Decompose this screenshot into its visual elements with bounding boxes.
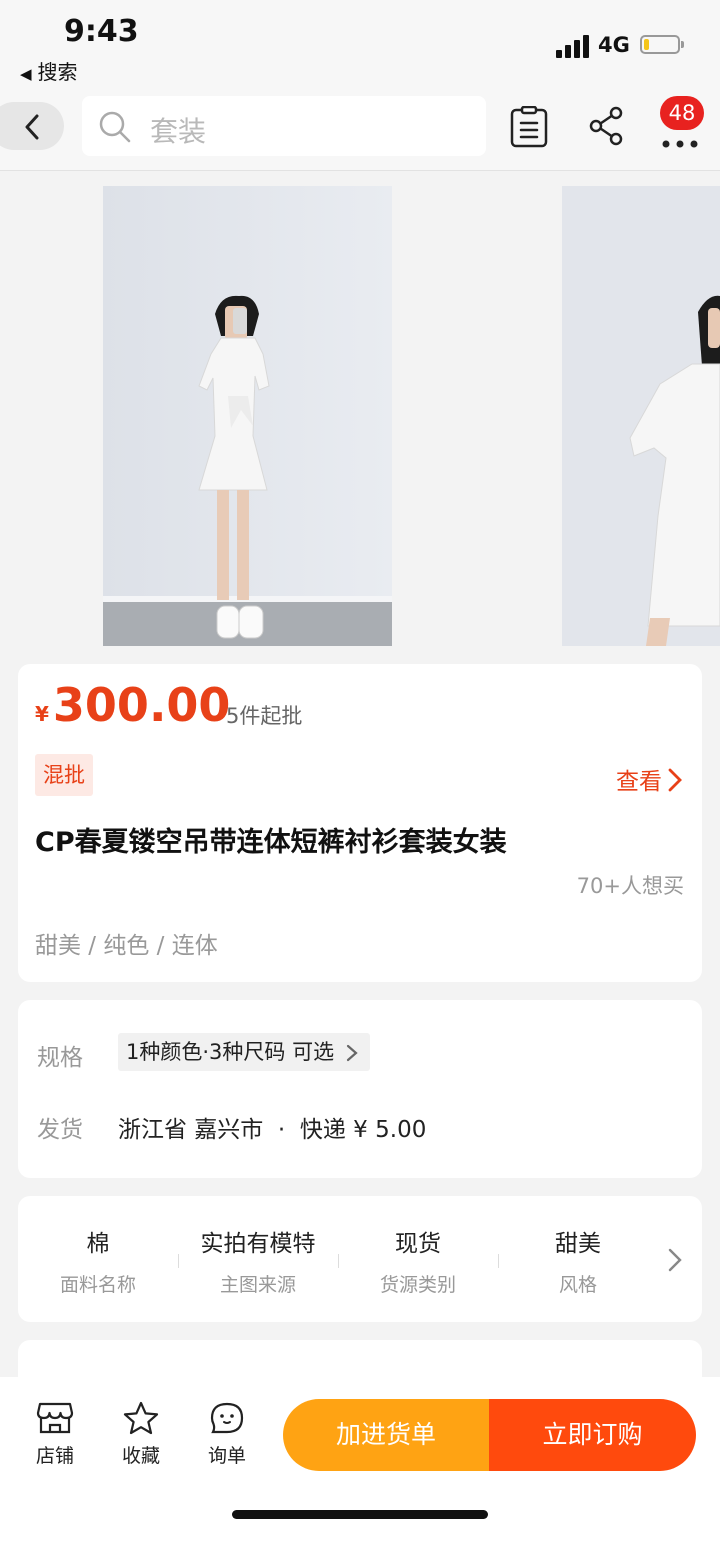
star-icon (123, 1401, 159, 1435)
chevron-right-icon[interactable] (668, 1248, 682, 1272)
chat-bubble-icon (210, 1402, 244, 1434)
product-photo-illustration-2 (562, 186, 720, 646)
back-triangle-icon: ◀ (20, 65, 32, 83)
param-item: 棉面料名称 (18, 1224, 178, 1297)
favorite-button[interactable]: 收藏 (106, 1401, 176, 1468)
shop-label: 店铺 (35, 1445, 74, 1467)
product-title: CP春夏镂空吊带连体短裤衬衫套装女装 (35, 827, 507, 858)
min-order-quantity: 5件起批 (226, 704, 303, 728)
price: ¥300.00 (35, 678, 230, 732)
shipping-label: 发货 (37, 1117, 83, 1143)
spec-shipping-card: 规格 1种颜色·3种尺码 可选 发货 浙江省 嘉兴市 · 快递 ¥ 5.00 (18, 1000, 702, 1178)
param-key: 主图来源 (219, 1274, 296, 1296)
network-type: 4G (598, 33, 630, 57)
product-photo-illustration (103, 186, 392, 646)
mixed-batch-tag: 混批 (35, 754, 93, 796)
product-params-card[interactable]: 棉面料名称 实拍有模特主图来源 现货货源类别 甜美风格 (18, 1196, 702, 1322)
param-key: 风格 (558, 1274, 597, 1296)
add-to-purchase-list-button[interactable]: 加进货单 (283, 1399, 489, 1471)
signal-icon (556, 34, 592, 58)
product-attributes: 甜美 / 纯色 / 连体 (35, 933, 218, 959)
param-value: 现货 (395, 1231, 441, 1257)
want-count: 70+人想买 (576, 874, 684, 898)
spec-selector[interactable]: 1种颜色·3种尺码 可选 (118, 1033, 371, 1071)
status-bar: 9:43 ◀ 搜索 4G (0, 0, 720, 92)
spec-label: 规格 (37, 1045, 83, 1071)
param-key: 面料名称 (59, 1274, 136, 1296)
inquiry-button[interactable]: 询单 (192, 1401, 262, 1468)
product-photo-main[interactable] (103, 186, 392, 646)
top-nav: 套装 48 (0, 92, 720, 171)
search-placeholder: 套装 (150, 115, 207, 148)
price-value: 300.00 (52, 678, 231, 732)
param-value: 甜美 (555, 1231, 601, 1257)
search-icon (99, 111, 131, 143)
cart-count-badge: 48 (660, 96, 704, 130)
home-indicator[interactable] (232, 1510, 488, 1519)
product-photo-second[interactable] (562, 186, 720, 646)
back-app-label: 搜索 (37, 60, 78, 84)
view-more-label: 查看 (616, 769, 662, 795)
bottom-action-bar: 店铺 收藏 询单 加进货单 立即订购 (0, 1377, 720, 1558)
price-symbol: ¥ (35, 702, 49, 726)
back-to-app-link[interactable]: ◀ 搜索 (20, 56, 78, 85)
buy-now-button[interactable]: 立即订购 (489, 1399, 696, 1471)
shipping-value: 浙江省 嘉兴市 · 快递 ¥ 5.00 (118, 1117, 427, 1143)
product-info-card: ¥300.00 5件起批 混批 查看 CP春夏镂空吊带连体短裤衬衫套装女装 70… (18, 664, 702, 982)
shop-button[interactable]: 店铺 (20, 1401, 90, 1468)
param-key: 货源类别 (379, 1274, 456, 1296)
param-value: 棉 (86, 1231, 110, 1257)
store-icon (36, 1402, 74, 1434)
favorite-label: 收藏 (121, 1445, 160, 1467)
chevron-right-icon (346, 1044, 358, 1062)
chevron-left-icon (25, 114, 39, 140)
param-value: 实拍有模特 (200, 1231, 316, 1257)
param-item: 实拍有模特 主图来源 (178, 1224, 338, 1297)
view-more-link[interactable]: 查看 (616, 762, 682, 796)
param-item: 甜美 风格 (498, 1224, 658, 1297)
clipboard-list-icon[interactable] (510, 106, 548, 148)
share-icon[interactable] (588, 106, 626, 146)
spec-value: 1种颜色·3种尺码 可选 (126, 1040, 335, 1064)
param-item: 现货 货源类别 (338, 1224, 498, 1297)
battery-icon (640, 35, 684, 54)
search-bar[interactable]: 套装 (82, 96, 486, 156)
back-button[interactable] (0, 102, 64, 150)
chevron-right-icon (668, 768, 682, 792)
inquiry-label: 询单 (207, 1445, 246, 1467)
status-time: 9:43 (64, 14, 139, 49)
